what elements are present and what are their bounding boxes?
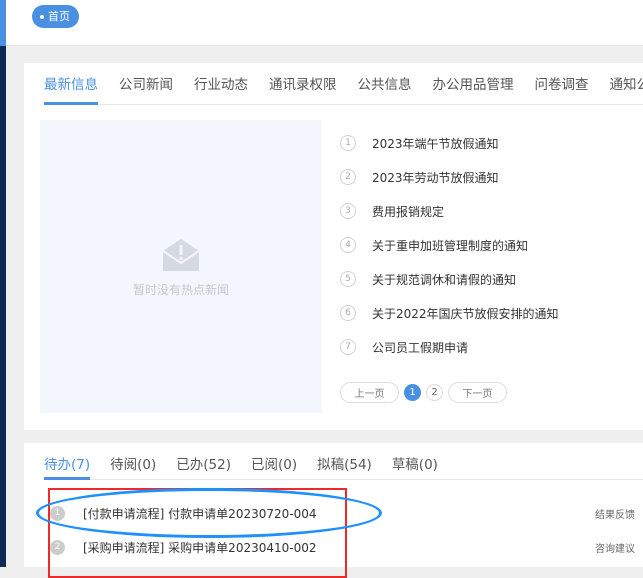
tab-to-read[interactable]: 待阅(0)	[110, 453, 156, 479]
tab-public-info[interactable]: 公共信息	[358, 73, 412, 104]
news-title[interactable]: 关于规范调休和请假的通知	[372, 271, 516, 288]
sidebar	[0, 46, 6, 567]
item-number: 5	[340, 271, 356, 287]
news-card: 最新信息 公司新闻 行业动态 通讯录权限 公共信息 办公用品管理 问卷调查 通知…	[24, 63, 643, 430]
page-2[interactable]: 2	[426, 384, 443, 401]
task-action[interactable]: 咨询建议	[595, 540, 635, 555]
tab-latest[interactable]: 最新信息	[44, 73, 98, 104]
task-action[interactable]: 结果反馈	[595, 506, 635, 521]
tab-read[interactable]: 已阅(0)	[251, 453, 297, 479]
prev-page-button[interactable]: 上一页	[340, 382, 399, 403]
list-item[interactable]: 4 关于重申加班管理制度的通知	[340, 228, 559, 262]
breadcrumb-home[interactable]: 首页	[32, 5, 79, 28]
empty-hot-news: 暂时没有热点新闻	[40, 120, 322, 413]
list-item[interactable]: 6 关于2022年国庆节放假安排的通知	[340, 296, 559, 330]
page-1[interactable]: 1	[404, 384, 421, 401]
breadcrumb-label: 首页	[48, 5, 70, 28]
tab-industry[interactable]: 行业动态	[194, 73, 248, 104]
item-number: 7	[340, 339, 356, 355]
news-title[interactable]: 关于2022年国庆节放假安排的通知	[372, 305, 559, 322]
news-title[interactable]: 公司员工假期申请	[372, 339, 468, 356]
tab-notice[interactable]: 通知公告	[610, 73, 643, 104]
tab-done[interactable]: 已办(52)	[176, 453, 231, 479]
news-title[interactable]: 2023年劳动节放假通知	[372, 169, 499, 186]
tab-contacts[interactable]: 通讯录权限	[269, 73, 337, 104]
task-tabs: 待办(7) 待阅(0) 已办(52) 已阅(0) 拟稿(54) 草稿(0)	[44, 453, 643, 480]
list-item[interactable]: 7 公司员工假期申请	[340, 330, 559, 364]
empty-text: 暂时没有热点新闻	[133, 281, 229, 298]
tab-company-news[interactable]: 公司新闻	[119, 73, 173, 104]
item-number: 4	[340, 237, 356, 253]
list-item[interactable]: 1 2023年端午节放假通知	[340, 126, 559, 160]
tab-office-supplies[interactable]: 办公用品管理	[433, 73, 514, 104]
item-number: 6	[340, 305, 356, 321]
item-number: 3	[340, 203, 356, 219]
tab-drafts[interactable]: 草稿(0)	[392, 453, 438, 479]
list-item[interactable]: 5 关于规范调休和请假的通知	[340, 262, 559, 296]
annotation-blue-ellipse	[36, 488, 382, 538]
list-item[interactable]: 3 费用报销规定	[340, 194, 559, 228]
tab-todo[interactable]: 待办(7)	[44, 453, 90, 479]
tab-drafted[interactable]: 拟稿(54)	[317, 453, 372, 479]
news-list: 1 2023年端午节放假通知 2 2023年劳动节放假通知 3 费用报销规定 4 关于重…	[340, 126, 559, 364]
dot-icon	[40, 15, 44, 19]
item-number: 2	[340, 169, 356, 185]
item-number: 1	[340, 135, 356, 151]
news-title[interactable]: 关于重申加班管理制度的通知	[372, 237, 528, 254]
next-page-button[interactable]: 下一页	[448, 382, 507, 403]
pagination: 上一页 1 2 下一页	[340, 382, 507, 403]
header: 首页	[6, 0, 643, 46]
news-title[interactable]: 2023年端午节放假通知	[372, 135, 499, 152]
list-item[interactable]: 2 2023年劳动节放假通知	[340, 160, 559, 194]
news-tabs: 最新信息 公司新闻 行业动态 通讯录权限 公共信息 办公用品管理 问卷调查 通知…	[44, 73, 643, 105]
tab-survey[interactable]: 问卷调查	[535, 73, 589, 104]
mail-alert-icon	[159, 235, 203, 275]
news-title[interactable]: 费用报销规定	[372, 203, 444, 220]
